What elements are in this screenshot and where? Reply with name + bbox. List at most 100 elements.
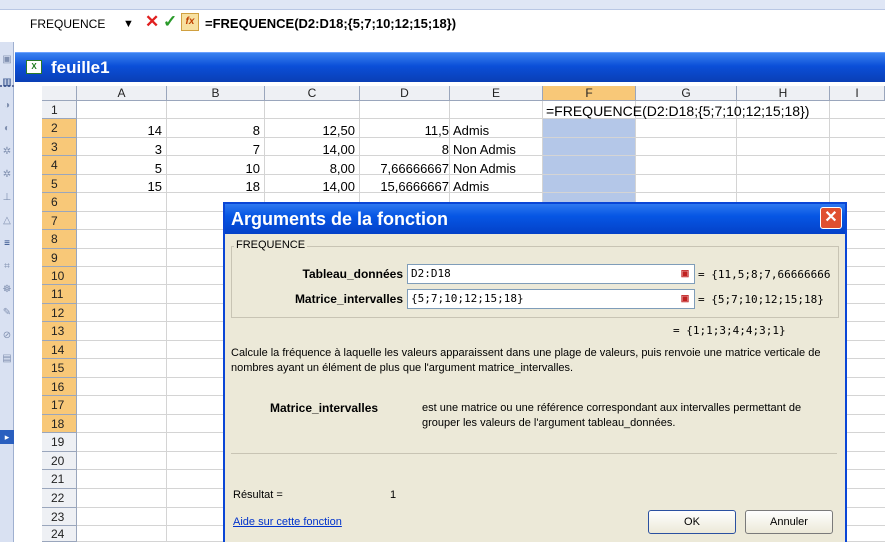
arg1-label: Tableau_données (302, 267, 403, 281)
cell-C5[interactable]: 14,00 (266, 178, 355, 196)
chevron-down-icon[interactable]: ▼ (123, 14, 134, 34)
cell-C2[interactable]: 12,50 (266, 122, 355, 140)
cell-B2[interactable]: 8 (168, 122, 260, 140)
name-box[interactable]: FREQUENCE (26, 14, 116, 34)
row-header-6[interactable]: 6 (42, 193, 77, 212)
function-name: FREQUENCE (234, 239, 308, 251)
close-icon[interactable]: ✕ (820, 207, 842, 229)
cell-A3[interactable]: 3 (78, 141, 162, 159)
formula-input[interactable]: =FREQUENCE(D2:D18;{5;7;10;12;15;18}) (205, 14, 456, 34)
workbook-title-bar[interactable]: feuille1 (15, 52, 885, 82)
cell-E2[interactable]: Admis (453, 122, 489, 140)
arg2-input[interactable]: {5;7;10;12;15;18} (407, 289, 695, 309)
cancel-button[interactable]: Annuler (745, 510, 833, 534)
column-header-C[interactable]: C (265, 86, 360, 101)
row-header-19[interactable]: 19 (42, 433, 77, 452)
line-style-icon[interactable]: ≡ (1, 238, 13, 250)
row-header-7[interactable]: 7 (42, 212, 77, 230)
gridline-col (166, 101, 167, 542)
arg2-preview: = {5;7;10;12;15;18} (698, 293, 824, 306)
cell-E5[interactable]: Admis (453, 178, 489, 196)
rotate-left-icon[interactable]: △ (1, 215, 13, 227)
cell-A2[interactable]: 14 (78, 122, 162, 140)
menu-strip (0, 0, 885, 10)
reset-icon[interactable]: ▤ (1, 353, 13, 365)
cell-D2[interactable]: 11,5 (361, 122, 449, 140)
row-header-22[interactable]: 22 (42, 489, 77, 508)
function-description: Calcule la fréquence à laquelle les vale… (231, 347, 821, 374)
cell-E4[interactable]: Non Admis (453, 160, 516, 178)
collapse-dialog-icon[interactable]: ▣ (677, 266, 693, 282)
row-header-20[interactable]: 20 (42, 452, 77, 470)
row-header-10[interactable]: 10 (42, 267, 77, 285)
row-header-12[interactable]: 12 (42, 304, 77, 322)
result-value: 1 (390, 489, 397, 501)
cell-E3[interactable]: Non Admis (453, 141, 516, 159)
column-header-F[interactable]: F (543, 86, 636, 101)
collapse-dialog-icon[interactable]: ▣ (677, 291, 693, 307)
column-header-B[interactable]: B (167, 86, 265, 101)
rotate-icon[interactable]: ◑ (1, 100, 13, 112)
row-header-24[interactable]: 24 (42, 526, 77, 542)
insert-function-button[interactable]: fx (181, 13, 199, 31)
function-arguments-dialog: Arguments de la fonction ✕ FREQUENCE Tab… (223, 202, 847, 542)
brightness-icon[interactable]: ✲ (1, 146, 13, 158)
cell-C4[interactable]: 8,00 (266, 160, 355, 178)
cell-C3[interactable]: 14,00 (266, 141, 355, 159)
ok-button[interactable]: OK (648, 510, 736, 534)
help-argument-name: Matrice_intervalles (270, 401, 379, 415)
cell-B3[interactable]: 7 (168, 141, 260, 159)
formula-result-preview: = {1;1;3;4;4;3;1} (673, 324, 786, 337)
help-link[interactable]: Aide sur cette fonction (233, 516, 342, 528)
row-header-9[interactable]: 9 (42, 249, 77, 267)
row-header-17[interactable]: 17 (42, 396, 77, 415)
column-header-I[interactable]: I (830, 86, 885, 101)
cell-F1[interactable]: =FREQUENCE(D2:D18;{5;7;10;12;15;18}) (546, 103, 809, 119)
column-header-E[interactable]: E (450, 86, 543, 101)
help-argument-text: est une matrice ou une référence corresp… (422, 402, 802, 429)
row-header-1[interactable]: 1 (42, 101, 77, 119)
dialog-title[interactable]: Arguments de la fonction (225, 204, 845, 234)
result-label: Résultat = (233, 489, 283, 501)
row-header-15[interactable]: 15 (42, 359, 77, 378)
column-header-A[interactable]: A (77, 86, 167, 101)
layout-icon[interactable]: ▥ (1, 77, 13, 89)
row-header-11[interactable]: 11 (42, 285, 77, 304)
crop-icon[interactable]: ⊥ (1, 192, 13, 204)
row-header-4[interactable]: 4 (42, 156, 77, 175)
row-header-16[interactable]: 16 (42, 378, 77, 396)
cell-D3[interactable]: 8 (361, 141, 449, 159)
image-icon[interactable]: ▣ (1, 54, 13, 66)
contrast-icon[interactable]: ✲ (1, 169, 13, 181)
row-header-13[interactable]: 13 (42, 322, 77, 341)
cell-D4[interactable]: 7,66666667 (361, 160, 449, 178)
column-header-H[interactable]: H (737, 86, 830, 101)
row-header-21[interactable]: 21 (42, 470, 77, 489)
format-icon[interactable]: ☸ (1, 284, 13, 296)
row-header-3[interactable]: 3 (42, 138, 77, 156)
row-header-23[interactable]: 23 (42, 508, 77, 526)
confirm-formula-icon[interactable]: ✓ (163, 12, 177, 32)
row-header-5[interactable]: 5 (42, 175, 77, 193)
row-header-2[interactable]: 2 (42, 119, 77, 138)
row-header-8[interactable]: 8 (42, 230, 77, 249)
compress-icon[interactable]: ⌗ (1, 261, 13, 273)
cell-D5[interactable]: 15,6666667 (361, 178, 449, 196)
row-header-14[interactable]: 14 (42, 341, 77, 359)
cancel-formula-icon[interactable]: ✕ (145, 12, 159, 32)
excel-sheet-icon: X (26, 60, 42, 74)
select-all-corner[interactable] (42, 86, 77, 101)
transparency-icon[interactable]: ⊘ (1, 330, 13, 342)
column-header-G[interactable]: G (636, 86, 737, 101)
cell-A5[interactable]: 15 (78, 178, 162, 196)
toolbar-options-icon[interactable]: ▸ (0, 430, 14, 444)
pencil-icon[interactable]: ✎ (1, 307, 13, 319)
row-header-18[interactable]: 18 (42, 415, 77, 433)
cell-B4[interactable]: 10 (168, 160, 260, 178)
column-header-D[interactable]: D (360, 86, 450, 101)
cell-A4[interactable]: 5 (78, 160, 162, 178)
drawing-toolbar: ▣ ▥ ◑ ◐ ✲ ✲ ⊥ △ ≡ ⌗ ☸ ✎ ⊘ ▤ ▸ (0, 42, 14, 542)
cell-B5[interactable]: 18 (168, 178, 260, 196)
arg1-input[interactable]: D2:D18 (407, 264, 695, 284)
circle-icon[interactable]: ◐ (1, 123, 13, 135)
